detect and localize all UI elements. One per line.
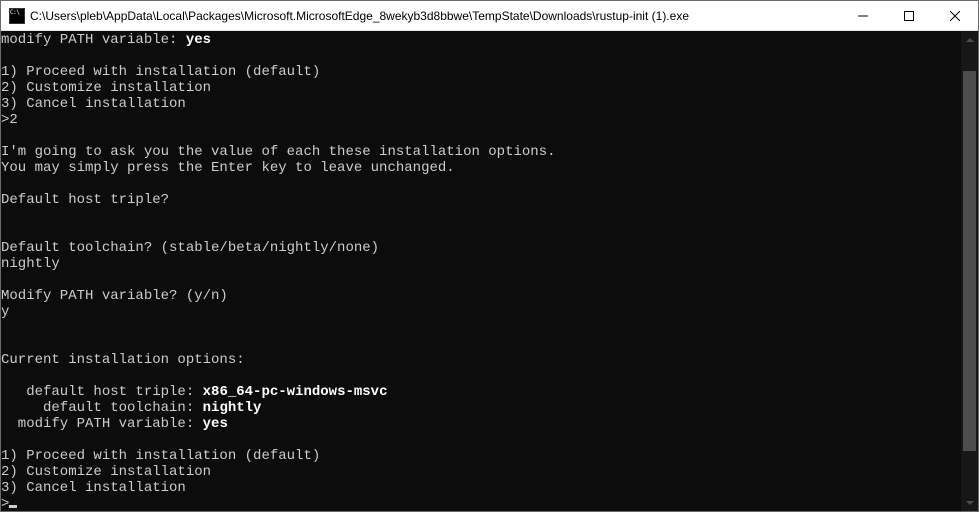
terminal-output[interactable]: modify PATH variable: yes 1) Proceed wit… [1, 31, 961, 511]
cur-toolchain-value: nightly [203, 400, 262, 416]
chevron-down-icon [966, 501, 974, 505]
question-toolchain: Default toolchain? (stable/beta/nightly/… [1, 240, 961, 256]
console-app-icon [9, 8, 25, 24]
window-controls [840, 1, 978, 30]
vertical-scrollbar[interactable] [961, 31, 978, 511]
app-window: C:\Users\pleb\AppData\Local\Packages\Mic… [0, 0, 979, 512]
cur-toolchain-label: default toolchain: [1, 400, 203, 416]
window-title: C:\Users\pleb\AppData\Local\Packages\Mic… [30, 9, 840, 23]
prev-modify-label: modify PATH variable: [1, 32, 186, 48]
maximize-button[interactable] [886, 1, 932, 30]
cur-path-label: modify PATH variable: [1, 416, 203, 432]
chevron-up-icon [966, 38, 974, 42]
minimize-button[interactable] [840, 1, 886, 30]
close-icon [950, 11, 960, 21]
scroll-up-button[interactable] [961, 31, 978, 48]
cur-host-label: default host triple: [1, 384, 203, 400]
menu2-option-1: 1) Proceed with installation (default) [1, 448, 961, 464]
menu2-prompt: > [1, 496, 9, 511]
scroll-down-button[interactable] [961, 494, 978, 511]
ask-line-2: You may simply press the Enter key to le… [1, 160, 961, 176]
menu-prompt-answer: >2 [1, 112, 961, 128]
scrollbar-thumb[interactable] [963, 71, 976, 451]
menu-option-2: 2) Customize installation [1, 80, 961, 96]
answer-toolchain: nightly [1, 256, 961, 272]
titlebar[interactable]: C:\Users\pleb\AppData\Local\Packages\Mic… [1, 1, 978, 31]
minimize-icon [858, 11, 868, 21]
answer-path: y [1, 304, 961, 320]
maximize-icon [904, 11, 914, 21]
current-header: Current installation options: [1, 352, 961, 368]
client-area: modify PATH variable: yes 1) Proceed wit… [1, 31, 978, 511]
menu-option-3: 3) Cancel installation [1, 96, 961, 112]
question-host: Default host triple? [1, 192, 961, 208]
cur-path-value: yes [203, 416, 228, 432]
answer-host [1, 208, 961, 224]
question-path: Modify PATH variable? (y/n) [1, 288, 961, 304]
cur-host-value: x86_64-pc-windows-msvc [203, 384, 388, 400]
menu-option-1: 1) Proceed with installation (default) [1, 64, 961, 80]
prev-modify-value: yes [186, 32, 211, 48]
close-button[interactable] [932, 1, 978, 30]
menu2-option-2: 2) Customize installation [1, 464, 961, 480]
terminal-cursor [9, 505, 17, 508]
ask-line-1: I'm going to ask you the value of each t… [1, 144, 961, 160]
menu2-option-3: 3) Cancel installation [1, 480, 961, 496]
